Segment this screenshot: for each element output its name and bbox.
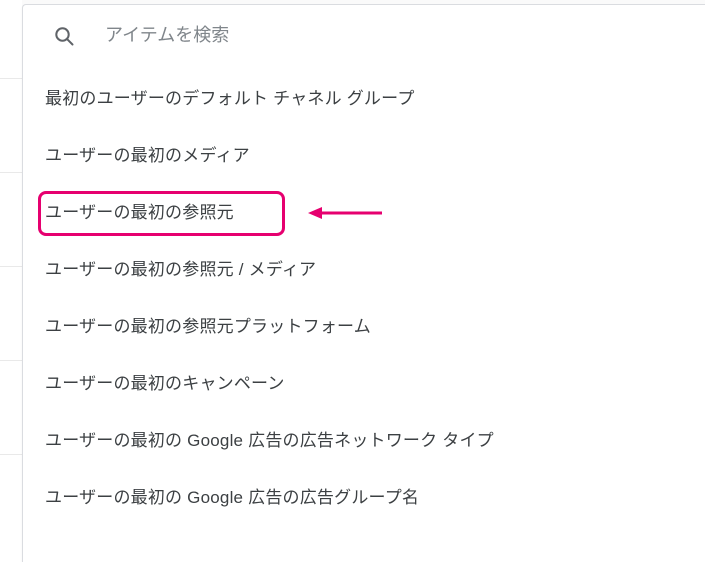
search-row — [23, 5, 705, 67]
dimension-picker-panel: 最初のユーザーのデフォルト チャネル グループ ユーザーの最初のメディア ユーザ… — [22, 4, 705, 562]
list-item-label: ユーザーの最初のメディア — [45, 146, 250, 165]
dimension-list: 最初のユーザーのデフォルト チャネル グループ ユーザーの最初のメディア ユーザ… — [23, 67, 705, 527]
list-item[interactable]: ユーザーの最初のキャンペーン — [23, 356, 705, 413]
list-item[interactable]: ユーザーの最初の参照元 — [23, 185, 705, 242]
left-rail — [0, 0, 22, 562]
annotation-arrow-icon — [306, 203, 384, 223]
list-item-label: ユーザーの最初の参照元 / メディア — [45, 260, 316, 279]
list-item[interactable]: 最初のユーザーのデフォルト チャネル グループ — [23, 71, 705, 128]
list-item-label: ユーザーの最初のキャンペーン — [45, 374, 285, 393]
list-item[interactable]: ユーザーの最初の参照元プラットフォーム — [23, 299, 705, 356]
search-input[interactable] — [105, 25, 693, 46]
list-item-label: ユーザーの最初の Google 広告の広告ネットワーク タイプ — [45, 431, 494, 450]
search-icon — [51, 23, 77, 49]
list-item[interactable]: ユーザーの最初の Google 広告の広告ネットワーク タイプ — [23, 413, 705, 470]
list-item-label: ユーザーの最初の Google 広告の広告グループ名 — [45, 488, 419, 507]
list-item-label: 最初のユーザーのデフォルト チャネル グループ — [45, 89, 415, 108]
list-item-label: ユーザーの最初の参照元 — [45, 203, 234, 222]
list-item[interactable]: ユーザーの最初のメディア — [23, 128, 705, 185]
list-item-label: ユーザーの最初の参照元プラットフォーム — [45, 317, 371, 336]
list-item[interactable]: ユーザーの最初の参照元 / メディア — [23, 242, 705, 299]
list-item[interactable]: ユーザーの最初の Google 広告の広告グループ名 — [23, 470, 705, 527]
